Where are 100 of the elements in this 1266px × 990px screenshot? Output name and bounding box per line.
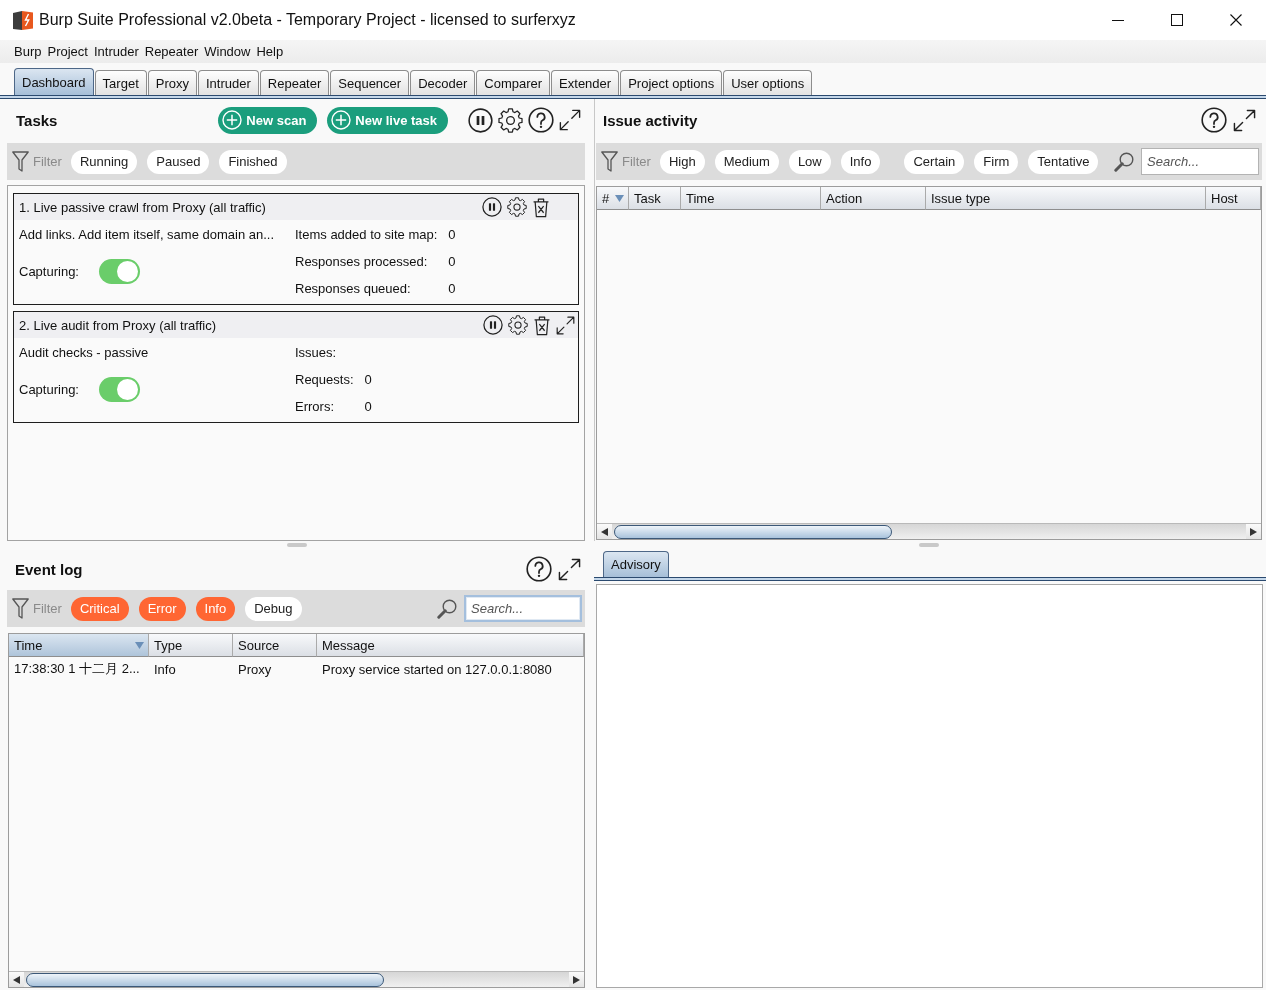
stat-value: 0 <box>448 227 456 242</box>
expand-icon[interactable] <box>558 557 581 581</box>
tab[interactable]: Comparer <box>476 70 551 95</box>
filter-icon[interactable] <box>12 598 29 619</box>
help-icon[interactable] <box>526 556 552 582</box>
app-icon <box>12 9 34 31</box>
filter-chip[interactable]: Running <box>70 149 138 174</box>
filter-label: Filter <box>33 601 62 616</box>
tab[interactable]: Advisory <box>603 551 669 577</box>
filter-chip[interactable]: Paused <box>147 149 210 174</box>
tab[interactable]: Target <box>94 70 147 95</box>
capturing-label: Capturing: <box>19 382 79 397</box>
tab[interactable]: Decoder <box>410 70 476 95</box>
column-header[interactable]: Message <box>317 634 584 657</box>
expand-icon[interactable] <box>559 109 581 131</box>
search-icon[interactable] <box>1114 151 1134 172</box>
column-header[interactable]: # <box>597 187 629 210</box>
task-description: Audit checks - passive <box>19 345 150 360</box>
stat-label: Responses queued: <box>295 281 412 296</box>
pause-icon[interactable] <box>483 315 503 335</box>
panel-title: Event log <box>15 560 83 578</box>
settings-icon[interactable] <box>507 197 527 217</box>
column-header[interactable]: Source <box>233 634 317 657</box>
splitter-handle[interactable] <box>286 543 307 547</box>
filter-chip[interactable]: Certain <box>904 149 965 174</box>
column-header[interactable]: Host <box>1206 187 1261 210</box>
filter-label: Filter <box>622 154 651 169</box>
filter-chip[interactable]: Medium <box>714 149 779 174</box>
filter-chip[interactable]: Firm <box>974 149 1019 174</box>
sort-arrow-icon[interactable] <box>615 194 624 202</box>
filter-chip[interactable]: Info <box>840 149 881 174</box>
tab[interactable]: Sequencer <box>330 70 410 95</box>
column-header[interactable]: Time <box>681 187 821 210</box>
expand-icon[interactable] <box>556 315 575 335</box>
plus-circle-icon <box>331 110 352 130</box>
scrollbar-thumb[interactable] <box>26 972 385 987</box>
panel-title: Tasks <box>16 111 58 129</box>
settings-icon[interactable] <box>508 315 528 335</box>
trash-icon[interactable] <box>532 196 550 218</box>
settings-icon[interactable] <box>498 107 523 133</box>
trash-icon[interactable] <box>533 314 551 336</box>
column-header[interactable]: Action <box>821 187 926 210</box>
maximize-icon[interactable] <box>1171 14 1183 26</box>
scroll-right-icon[interactable] <box>1250 527 1257 536</box>
filter-chip[interactable]: High <box>659 149 705 174</box>
menu-item[interactable]: Burp <box>11 41 45 62</box>
stat-label: Items added to site map: <box>295 227 438 242</box>
column-header[interactable]: Type <box>149 634 233 657</box>
scroll-left-icon[interactable] <box>601 527 608 536</box>
column-header[interactable]: Task <box>629 187 681 210</box>
column-header[interactable]: Issue type <box>926 187 1206 210</box>
menu-item[interactable]: Project <box>44 41 91 62</box>
filter-icon[interactable] <box>12 151 29 172</box>
help-icon[interactable] <box>1201 107 1227 133</box>
stat-value: 0 <box>448 281 456 296</box>
capturing-label: Capturing: <box>19 264 79 279</box>
search-field[interactable]: Search... <box>1141 148 1259 175</box>
scroll-right-icon[interactable] <box>573 975 580 984</box>
scroll-left-icon[interactable] <box>13 975 20 984</box>
scrollbar-thumb[interactable] <box>614 524 893 539</box>
stat-value: 0 <box>448 254 456 269</box>
pause-icon[interactable] <box>468 107 493 133</box>
tab[interactable]: Repeater <box>259 70 330 95</box>
filter-chip[interactable]: Debug <box>245 596 302 621</box>
tab[interactable]: Intruder <box>198 70 259 95</box>
table-cell-text: 17:38:30 1 十二月 2... <box>13 660 141 678</box>
splitter-handle[interactable] <box>919 543 939 547</box>
tab[interactable]: Project options <box>620 70 723 95</box>
table-cell-text: Proxy service started on 127.0.0.1:8080 <box>321 660 553 679</box>
menu-item[interactable]: Window <box>201 41 254 62</box>
tab[interactable]: Dashboard <box>14 68 94 95</box>
tab[interactable]: Extender <box>551 70 620 95</box>
window-title: Burp Suite Professional v2.0beta - Temporary Project - licensed to surferxyz <box>39 11 576 29</box>
help-icon[interactable] <box>528 107 554 133</box>
pause-icon[interactable] <box>482 197 502 217</box>
expand-icon[interactable] <box>1233 108 1256 132</box>
close-icon[interactable] <box>1230 14 1242 26</box>
filter-label: Filter <box>33 154 62 169</box>
menu-item[interactable]: Help <box>253 41 287 62</box>
stat-label: Responses processed: <box>295 254 429 269</box>
task-title: 1. Live passive crawl from Proxy (all traffic) <box>19 199 266 215</box>
tab[interactable]: Proxy <box>147 70 197 95</box>
toggle-switch[interactable] <box>99 377 140 402</box>
task-description: Add links. Add item itself, same domain an... <box>19 227 276 242</box>
menu-item[interactable]: Repeater <box>141 41 202 62</box>
toggle-switch[interactable] <box>99 259 140 284</box>
search-field[interactable]: Search... <box>464 595 582 622</box>
filter-chip[interactable]: Tentative <box>1028 149 1099 174</box>
filter-icon[interactable] <box>601 151 618 172</box>
tab[interactable]: User options <box>723 70 813 95</box>
stat-value: 0 <box>364 399 372 414</box>
search-icon[interactable] <box>437 598 457 619</box>
filter-chip[interactable]: Finished <box>219 149 287 174</box>
task-title: 2. Live audit from Proxy (all traffic) <box>19 317 216 333</box>
column-header[interactable]: Time <box>9 634 149 657</box>
menu-item[interactable]: Intruder <box>90 41 142 62</box>
stat-label: Issues: <box>295 345 338 360</box>
panel-title: Issue activity <box>603 111 698 129</box>
filter-chip[interactable]: Low <box>788 149 831 174</box>
table-cell-text: Info <box>153 660 177 679</box>
